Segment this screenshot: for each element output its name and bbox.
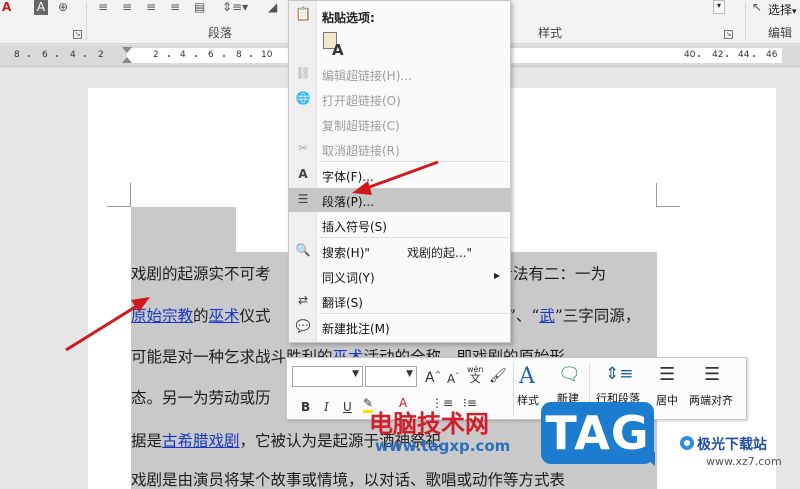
tag-logo-tail [639,452,655,466]
watermark-site-name: 电脑技术网 [369,410,489,438]
watermark-jiguang-name: 极光下载站 [697,437,767,453]
annotation-arrow-line [65,302,141,352]
annotation-arrow-head [131,297,150,312]
watermark-site-url: www.tagxp.com [375,437,511,455]
jiguang-logo-icon [680,436,694,456]
annotation-arrow-line [363,160,439,191]
tag-logo: TAG [541,402,654,464]
watermark-jiguang-url: www.xz7.com [706,455,782,468]
annotation-arrow-head [352,181,372,195]
